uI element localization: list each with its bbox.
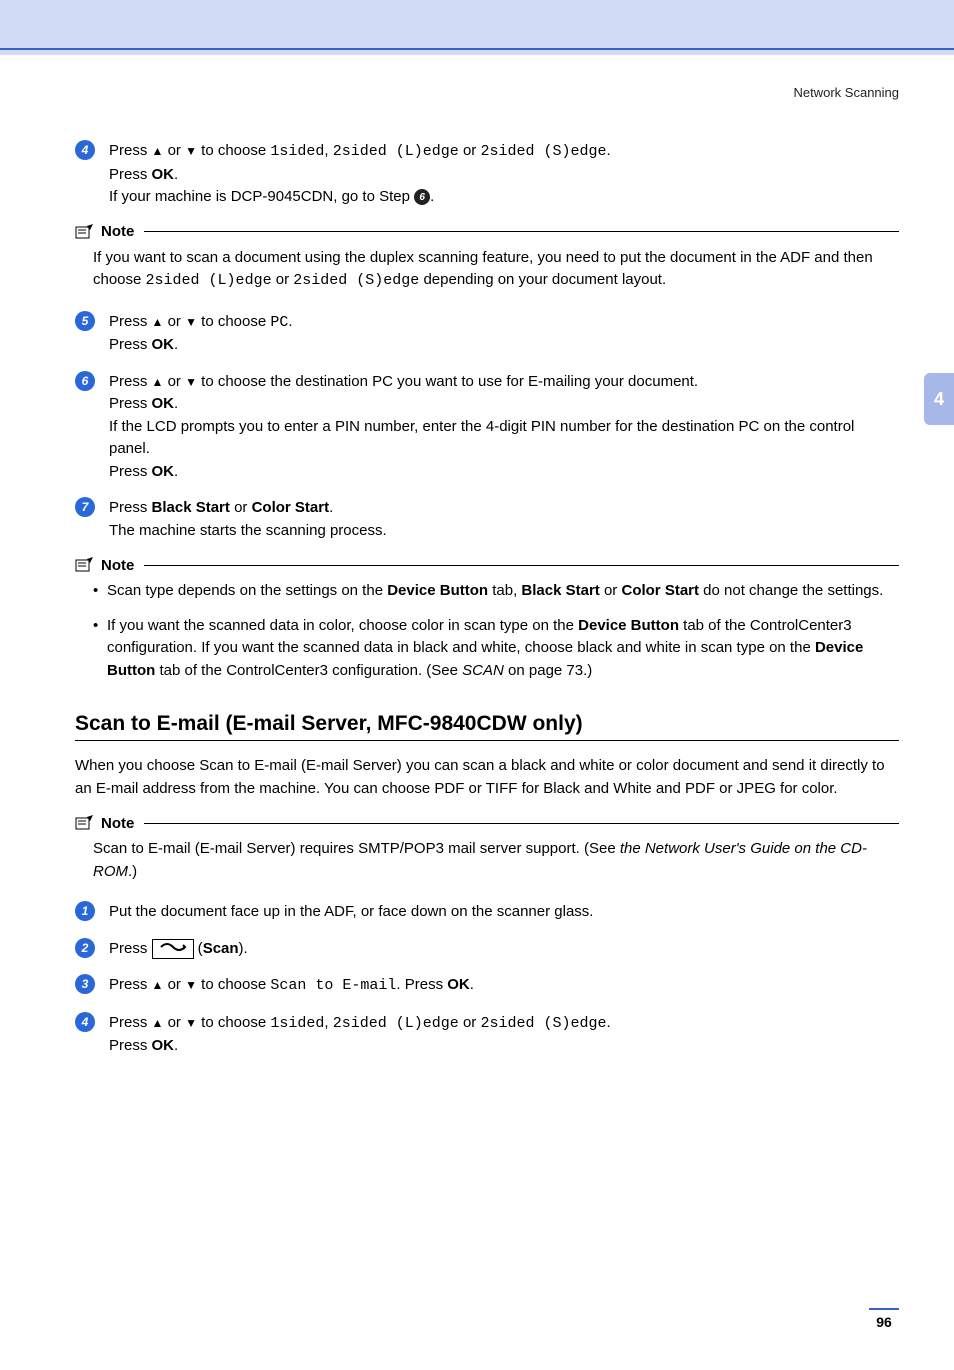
page-number: 96	[75, 1308, 899, 1330]
note-body: Scan type depends on the settings on the…	[75, 580, 899, 682]
chapter-tab: 4	[924, 373, 954, 425]
step-ref-icon: 6	[414, 189, 430, 205]
running-header: Network Scanning	[75, 85, 899, 100]
up-arrow-icon: ▲	[152, 373, 164, 391]
down-arrow-icon: ▼	[185, 142, 197, 160]
step-4: 4 Press ▲ or ▼ to choose 1sided, 2sided …	[75, 140, 899, 209]
step-number-icon: 3	[75, 974, 95, 994]
note-label: Note	[101, 223, 134, 240]
step-number-icon: 1	[75, 901, 95, 921]
step-text: Press ▲ or ▼ to choose Scan to E-mail. P…	[109, 974, 899, 998]
new-step-4: 4 Press ▲ or ▼ to choose 1sided, 2sided …	[75, 1012, 899, 1058]
section-rule	[75, 740, 899, 741]
step-text: Press (Scan).	[109, 938, 899, 961]
down-arrow-icon: ▼	[185, 313, 197, 331]
up-arrow-icon: ▲	[152, 142, 164, 160]
note-body: Scan to E-mail (E-mail Server) requires …	[75, 838, 899, 883]
step-text: Press ▲ or ▼ to choose 1sided, 2sided (L…	[109, 1012, 899, 1058]
note-body: If you want to scan a document using the…	[75, 247, 899, 293]
step-text: Press ▲ or ▼ to choose 1sided, 2sided (L…	[109, 140, 899, 209]
up-arrow-icon: ▲	[152, 1014, 164, 1032]
down-arrow-icon: ▼	[185, 373, 197, 391]
step-number-icon: 6	[75, 371, 95, 391]
step-number-icon: 2	[75, 938, 95, 958]
section-intro: When you choose Scan to E-mail (E-mail S…	[75, 755, 899, 800]
down-arrow-icon: ▼	[185, 1014, 197, 1032]
note-list-item: If you want the scanned data in color, c…	[93, 615, 899, 683]
step-text: Put the document face up in the ADF, or …	[109, 901, 899, 924]
note-label: Note	[101, 815, 134, 832]
note-icon	[75, 556, 95, 574]
new-step-2: 2 Press (Scan).	[75, 938, 899, 961]
note-icon	[75, 223, 95, 241]
note-block-3: Note Scan to E-mail (E-mail Server) requ…	[75, 814, 899, 883]
step-number-icon: 5	[75, 311, 95, 331]
step-6: 6 Press ▲ or ▼ to choose the destination…	[75, 371, 899, 484]
note-block-2: Note Scan type depends on the settings o…	[75, 556, 899, 682]
step-text: Press ▲ or ▼ to choose the destination P…	[109, 371, 899, 484]
scan-button-icon	[152, 939, 194, 959]
top-header-bar	[0, 0, 954, 55]
step-text: Press Black Start or Color Start. The ma…	[109, 497, 899, 542]
step-text: Press ▲ or ▼ to choose PC. Press OK.	[109, 311, 899, 357]
step-7: 7 Press Black Start or Color Start. The …	[75, 497, 899, 542]
section-heading: Scan to E-mail (E-mail Server, MFC-9840C…	[75, 712, 899, 736]
new-step-3: 3 Press ▲ or ▼ to choose Scan to E-mail.…	[75, 974, 899, 998]
note-label: Note	[101, 557, 134, 574]
step-5: 5 Press ▲ or ▼ to choose PC. Press OK.	[75, 311, 899, 357]
step-number-icon: 4	[75, 1012, 95, 1032]
note-icon	[75, 814, 95, 832]
page-content: 4 Network Scanning 4 Press ▲ or ▼ to cho…	[0, 55, 954, 1370]
note-list-item: Scan type depends on the settings on the…	[93, 580, 899, 603]
step-number-icon: 7	[75, 497, 95, 517]
new-step-1: 1 Put the document face up in the ADF, o…	[75, 901, 899, 924]
up-arrow-icon: ▲	[152, 313, 164, 331]
step-number-icon: 4	[75, 140, 95, 160]
note-block-1: Note If you want to scan a document usin…	[75, 223, 899, 293]
down-arrow-icon: ▼	[185, 976, 197, 994]
up-arrow-icon: ▲	[152, 976, 164, 994]
